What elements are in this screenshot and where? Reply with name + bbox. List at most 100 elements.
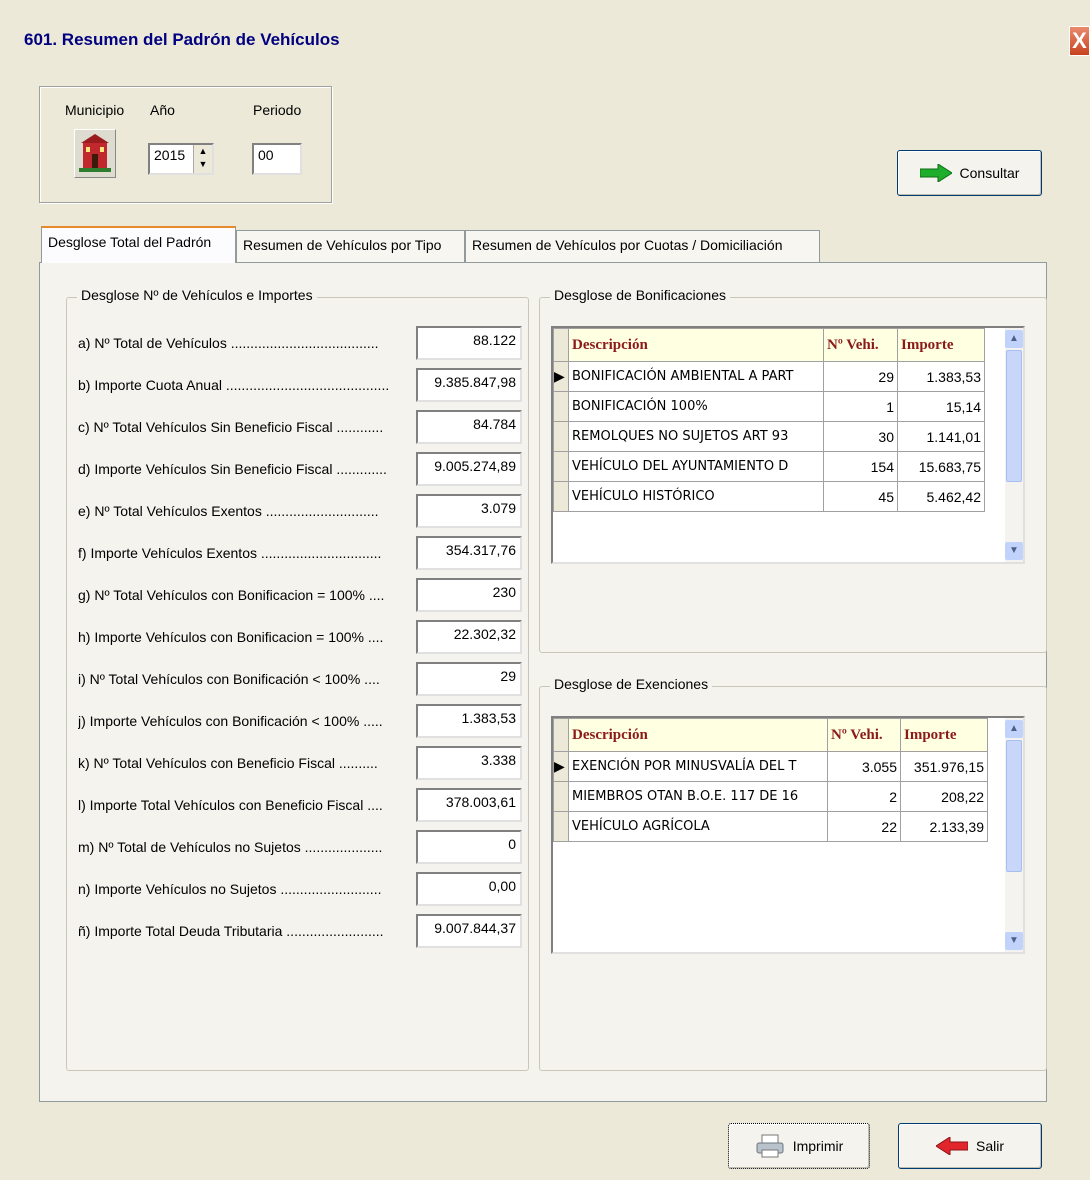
grid-row[interactable]: ▶ EXENCIÓN POR MINUSVALÍA DEL T 3.055 351.9… xyxy=(553,751,988,782)
desglose-row-value[interactable]: 22.302,32 xyxy=(416,620,522,654)
desglose-row-label: d) Importe Vehículos Sin Beneficio Fisca… xyxy=(78,461,387,477)
cell-descripcion[interactable]: EXENCIÓN POR MINUSVALÍA DEL T xyxy=(568,751,828,782)
desglose-row-value[interactable]: 9.007.844,37 xyxy=(416,914,522,948)
cell-importe[interactable]: 5.462,42 xyxy=(897,481,985,512)
desglose-row-value[interactable]: 3.079 xyxy=(416,494,522,528)
bonificaciones-scrollbar[interactable]: ▲ ▼ xyxy=(1005,328,1023,562)
cell-descripcion[interactable]: VEHÍCULO DEL AYUNTAMIENTO D xyxy=(568,451,824,482)
anio-label: Año xyxy=(150,102,175,118)
municipio-label: Municipio xyxy=(65,102,125,118)
row-selector-icon[interactable]: ▶ xyxy=(553,751,569,782)
green-arrow-right-icon xyxy=(919,164,952,182)
cell-descripcion[interactable]: BONIFICACIÓN AMBIENTAL A PART xyxy=(568,361,824,392)
exenciones-scrollbar[interactable]: ▲ ▼ xyxy=(1005,718,1023,952)
imprimir-button[interactable]: Imprimir xyxy=(728,1123,870,1169)
cell-nvehi[interactable]: 154 xyxy=(823,451,898,482)
periodo-input[interactable]: 00 xyxy=(252,143,302,175)
cell-nvehi[interactable]: 29 xyxy=(823,361,898,392)
grid-indicator-header xyxy=(553,718,569,752)
desglose-row-value[interactable]: 0 xyxy=(416,830,522,864)
cell-nvehi[interactable]: 45 xyxy=(823,481,898,512)
title-bar: 601. Resumen del Padrón de Vehículos xyxy=(0,0,1090,84)
cell-importe[interactable]: 351.976,15 xyxy=(900,751,988,782)
spin-up-icon[interactable]: ▲ xyxy=(194,145,212,158)
desglose-row-value[interactable]: 9.385.847,98 xyxy=(416,368,522,402)
desglose-row-label: b) Importe Cuota Anual .................… xyxy=(78,377,390,393)
cell-nvehi[interactable]: 1 xyxy=(823,391,898,422)
desglose-group-title: Desglose Nº de Vehículos e Importes xyxy=(77,287,317,303)
cell-descripcion[interactable]: VEHÍCULO HISTÓRICO xyxy=(568,481,824,512)
grid-row[interactable]: BONIFICACIÓN 100% 1 15,14 xyxy=(553,391,985,422)
cell-importe[interactable]: 1.141,01 xyxy=(897,421,985,452)
cell-importe[interactable]: 1.383,53 xyxy=(897,361,985,392)
cell-importe[interactable]: 2.133,39 xyxy=(900,811,988,842)
cell-descripcion[interactable]: MIEMBROS OTAN B.O.E. 117 DE 16 xyxy=(568,781,828,812)
grid-row[interactable]: VEHÍCULO AGRÍCOLA 22 2.133,39 xyxy=(553,811,988,842)
col-importe[interactable]: Importe xyxy=(897,328,985,362)
col-nvehi[interactable]: Nº Vehi. xyxy=(823,328,898,362)
row-indicator[interactable] xyxy=(553,781,569,812)
exenciones-group-title: Desglose de Exenciones xyxy=(550,676,713,692)
grid-indicator-header xyxy=(553,328,569,362)
desglose-row-value[interactable]: 29 xyxy=(416,662,522,696)
desglose-row-value[interactable]: 9.005.274,89 xyxy=(416,452,522,486)
desglose-row-value[interactable]: 354.317,76 xyxy=(416,536,522,570)
grid-header-row: Descripción Nº Vehi. Importe xyxy=(553,328,985,362)
scroll-thumb[interactable] xyxy=(1006,740,1022,872)
desglose-row-label: l) Importe Total Vehículos con Beneficio… xyxy=(78,797,383,813)
desglose-row-value[interactable]: 1.383,53 xyxy=(416,704,522,738)
cell-nvehi[interactable]: 3.055 xyxy=(827,751,901,782)
anio-spinner[interactable]: ▲ ▼ xyxy=(193,145,212,173)
row-selector-icon[interactable]: ▶ xyxy=(553,361,569,392)
desglose-row-value[interactable]: 88.122 xyxy=(416,326,522,360)
tab-resumen-cuotas[interactable]: Resumen de Vehículos por Cuotas / Domici… xyxy=(465,230,820,262)
town-hall-icon[interactable] xyxy=(74,129,116,178)
tab-desglose-total[interactable]: Desglose Total del Padrón xyxy=(41,226,236,263)
bonificaciones-group-title: Desglose de Bonificaciones xyxy=(550,287,730,303)
row-indicator[interactable] xyxy=(553,451,569,482)
cell-nvehi[interactable]: 2 xyxy=(827,781,901,812)
desglose-row-label: i) Nº Total Vehículos con Bonificación <… xyxy=(78,671,380,687)
row-indicator[interactable] xyxy=(553,391,569,422)
desglose-row-value[interactable]: 3.338 xyxy=(416,746,522,780)
cell-nvehi[interactable]: 22 xyxy=(827,811,901,842)
spin-down-icon[interactable]: ▼ xyxy=(194,158,212,171)
scroll-down-icon[interactable]: ▼ xyxy=(1005,932,1023,950)
tab-resumen-tipo[interactable]: Resumen de Vehículos por Tipo xyxy=(236,230,465,262)
periodo-value: 00 xyxy=(258,147,274,163)
bonificaciones-grid[interactable]: Descripción Nº Vehi. Importe ▶ BONIFICACI… xyxy=(551,326,1025,564)
grid-row[interactable]: VEHÍCULO HISTÓRICO 45 5.462,42 xyxy=(553,481,985,512)
row-indicator[interactable] xyxy=(553,481,569,512)
scroll-up-icon[interactable]: ▲ xyxy=(1005,330,1023,348)
grid-row[interactable]: VEHÍCULO DEL AYUNTAMIENTO D 154 15.683,75 xyxy=(553,451,985,482)
cell-nvehi[interactable]: 30 xyxy=(823,421,898,452)
grid-row[interactable]: MIEMBROS OTAN B.O.E. 117 DE 16 2 208,22 xyxy=(553,781,988,812)
cell-importe[interactable]: 208,22 xyxy=(900,781,988,812)
col-descripcion[interactable]: Descripción xyxy=(568,718,828,752)
col-nvehi[interactable]: Nº Vehi. xyxy=(827,718,901,752)
desglose-row-value[interactable]: 378.003,61 xyxy=(416,788,522,822)
cell-descripcion[interactable]: BONIFICACIÓN 100% xyxy=(568,391,824,422)
desglose-row-value[interactable]: 84.784 xyxy=(416,410,522,444)
exenciones-grid[interactable]: Descripción Nº Vehi. Importe ▶ EXENCIÓN P… xyxy=(551,716,1025,954)
col-importe[interactable]: Importe xyxy=(900,718,988,752)
desglose-row-value[interactable]: 230 xyxy=(416,578,522,612)
salir-button[interactable]: Salir xyxy=(898,1123,1042,1169)
cell-importe[interactable]: 15.683,75 xyxy=(897,451,985,482)
desglose-row-label: k) Nº Total Vehículos con Beneficio Fisc… xyxy=(78,755,378,771)
cell-descripcion[interactable]: VEHÍCULO AGRÍCOLA xyxy=(568,811,828,842)
row-indicator[interactable] xyxy=(553,421,569,452)
desglose-row-value[interactable]: 0,00 xyxy=(416,872,522,906)
grid-row[interactable]: REMOLQUES NO SUJETOS ART 93 30 1.141,01 xyxy=(553,421,985,452)
cell-descripcion[interactable]: REMOLQUES NO SUJETOS ART 93 xyxy=(568,421,824,452)
grid-row[interactable]: ▶ BONIFICACIÓN AMBIENTAL A PART 29 1.383,53 xyxy=(553,361,985,392)
cell-importe[interactable]: 15,14 xyxy=(897,391,985,422)
row-indicator[interactable] xyxy=(553,811,569,842)
close-button[interactable]: X xyxy=(1069,26,1090,56)
col-descripcion[interactable]: Descripción xyxy=(568,328,824,362)
scroll-thumb[interactable] xyxy=(1006,350,1022,482)
consultar-button[interactable]: Consultar xyxy=(897,150,1042,196)
scroll-down-icon[interactable]: ▼ xyxy=(1005,542,1023,560)
exenciones-table: Descripción Nº Vehi. Importe ▶ EXENCIÓN P… xyxy=(553,718,988,842)
scroll-up-icon[interactable]: ▲ xyxy=(1005,720,1023,738)
